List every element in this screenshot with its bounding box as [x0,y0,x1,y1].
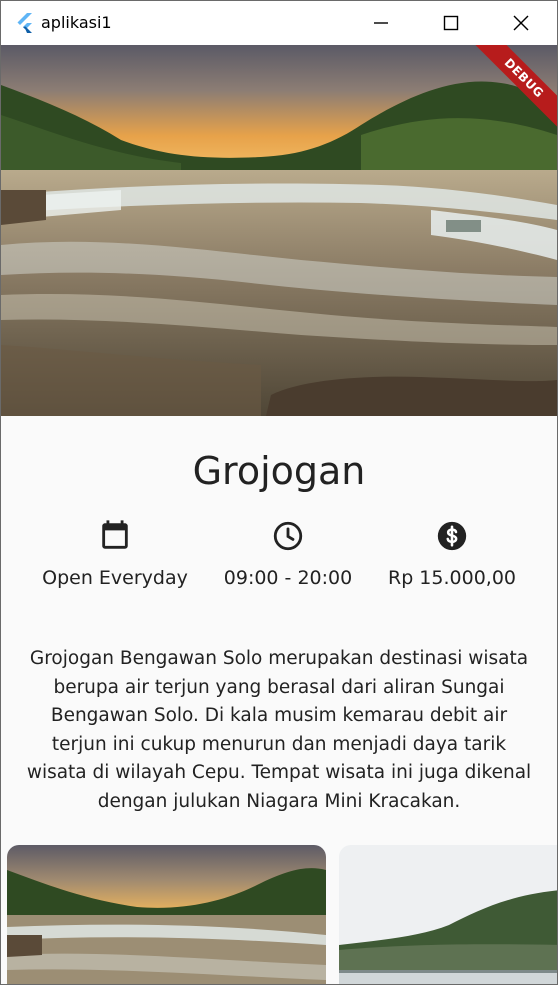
calendar-icon [102,520,128,549]
minimize-button[interactable] [356,1,406,45]
hours-label: 09:00 - 20:00 [223,567,353,589]
hero-image: DEBUG [1,45,557,416]
price-label: Rp 15.000,00 [388,567,516,589]
window-title: aplikasi1 [41,13,112,32]
gallery-image-2[interactable] [339,845,557,984]
place-title: Grojogan [192,449,366,493]
minimize-icon [374,22,388,24]
gallery-image-1[interactable] [7,845,326,984]
close-button[interactable] [496,1,546,45]
maximize-button[interactable] [426,1,476,45]
open-days-label: Open Everyday [42,567,188,589]
dollar-icon [437,521,467,551]
info-hours: 09:00 - 20:00 [198,519,378,589]
info-price: Rp 15.000,00 [362,519,542,589]
close-icon [513,15,529,31]
clock-icon [273,521,303,551]
app-window: aplikasi1 DEBUG Grojogan Open Everyday 0… [0,0,558,985]
title-bar: aplikasi1 [1,1,557,45]
maximize-icon [443,15,459,31]
place-description: Grojogan Bengawan Solo merupakan destina… [26,648,532,812]
info-open-days: Open Everyday [25,519,205,589]
flutter-logo-icon [17,13,32,33]
